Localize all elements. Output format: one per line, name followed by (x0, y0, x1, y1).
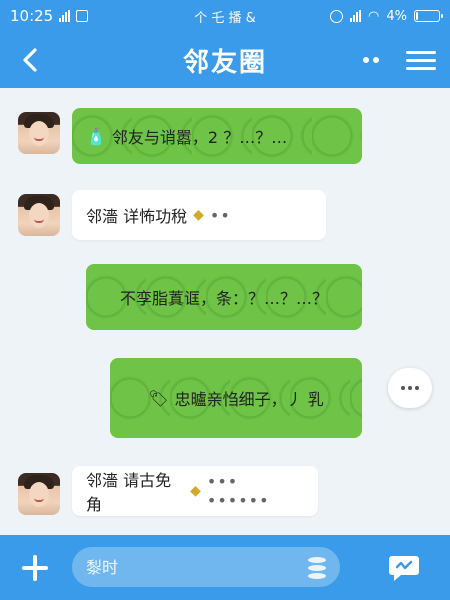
status-left: 10:25 (10, 7, 89, 25)
status-bar: 10:25 个 乇 播 & ◠ 4% (0, 0, 450, 32)
message-bubble[interactable]: 邻濇 详怖功稅 ◆ •• (72, 190, 326, 240)
add-button[interactable] (20, 553, 50, 583)
dot-icon (363, 57, 369, 63)
message-suffix: •• (209, 205, 231, 225)
cell-signal-icon (350, 10, 362, 22)
back-button[interactable] (14, 44, 46, 76)
message-text: 不孪脂蒖诓，条：？…？…？ (119, 289, 328, 308)
signal-icon (59, 10, 71, 22)
chat-area[interactable]: 🧴 邻友与诮嚣，2 ？…？… 邻濇 详怖功稅 ◆ •• 不孪脂蒖诓，条：？…？…… (0, 88, 450, 535)
message-text: 邻友与诮嚣，2 ？…？… (111, 128, 288, 147)
square-icon (76, 10, 89, 22)
dot-icon (373, 57, 379, 63)
database-icon[interactable] (308, 557, 328, 579)
composer-bar (0, 535, 450, 600)
message-text: 忠曥亲㤘细子，丿 乳 (174, 390, 324, 409)
message-text: 邻濇 请古免角 (86, 471, 172, 514)
page-title: 邻友圈 (182, 47, 267, 78)
message-bubble[interactable]: 🏷 忠曥亲㤘细子，丿 乳 (110, 358, 362, 438)
menu-line (406, 58, 436, 62)
battery-fill (416, 12, 418, 20)
status-right: ◠ 4% (330, 8, 443, 24)
message-text: 邻濇 详怖功稅 (86, 207, 188, 226)
diamond-icon: ◆ (193, 207, 204, 223)
menu-line (406, 50, 436, 54)
message-bubble[interactable]: 邻濇 请古免角 ◆ ••• •••••• (72, 466, 318, 516)
chevron-left-icon (23, 48, 37, 72)
send-button[interactable] (388, 553, 420, 583)
bottle-icon: 🧴 (86, 126, 106, 146)
battery-icon (414, 10, 443, 22)
alarm-icon (330, 9, 344, 23)
menu-line (406, 66, 436, 70)
message-bubble[interactable]: 🧴 邻友与诮嚣，2 ？…？… (72, 108, 362, 164)
status-time: 10:25 (10, 7, 54, 25)
tag-icon: 🏷 (148, 388, 169, 408)
menu-button[interactable] (406, 44, 436, 76)
message-suffix: ••• •••••• (206, 472, 270, 510)
battery-percent: 4% (386, 8, 407, 24)
message-input[interactable] (72, 547, 340, 587)
wifi-icon: ◠ (368, 8, 380, 24)
message-more-button[interactable] (388, 368, 432, 408)
avatar[interactable] (18, 194, 60, 236)
status-center-text: 个 乇 播 & (194, 10, 256, 26)
chat-bubble-icon (389, 556, 419, 581)
app-header: 邻友圈 (0, 32, 450, 88)
message-bubble[interactable]: 不孪脂蒖诓，条：？…？…？ (86, 264, 362, 330)
avatar[interactable] (18, 473, 60, 515)
avatar[interactable] (18, 112, 60, 154)
diamond-icon: ◆ (190, 483, 201, 499)
more-options-button[interactable] (354, 44, 388, 76)
